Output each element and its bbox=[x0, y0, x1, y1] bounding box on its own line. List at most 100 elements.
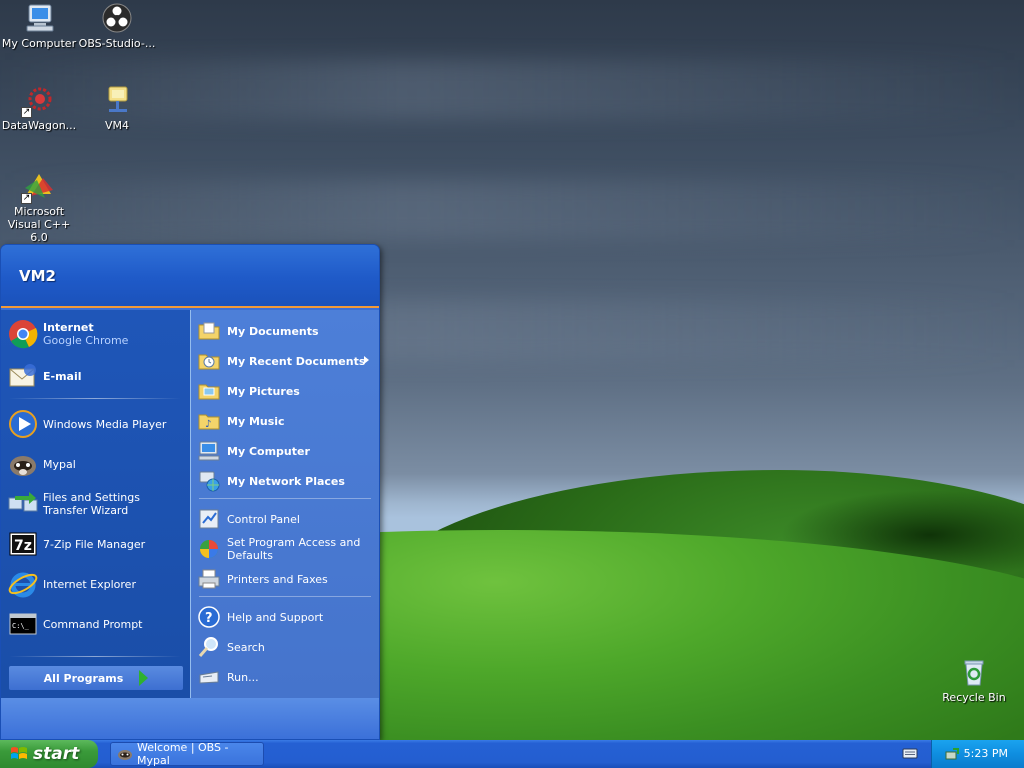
recent-label: Internet Explorer bbox=[43, 577, 136, 591]
recent-label: Files and Settings Transfer Wizard bbox=[43, 491, 140, 517]
control-panel-icon bbox=[197, 507, 221, 531]
svg-text:?: ? bbox=[205, 611, 213, 626]
pinned-internet-chrome[interactable]: Internet Google Chrome bbox=[7, 316, 185, 352]
places-my-computer[interactable]: My Computer bbox=[197, 438, 377, 464]
safely-remove-hardware-icon[interactable] bbox=[944, 746, 960, 762]
help-and-support[interactable]: ? Help and Support bbox=[197, 604, 377, 630]
places-label: Search bbox=[227, 640, 265, 654]
desktop-icon-label: Recycle Bin bbox=[942, 691, 1006, 704]
taskbar-button-mypal[interactable]: Welcome | OBS - Mypal bbox=[110, 741, 264, 767]
places-label: My Documents bbox=[227, 324, 319, 338]
search-icon bbox=[197, 635, 221, 659]
run-icon bbox=[197, 665, 221, 689]
places-label: Set Program Access and Defaults bbox=[227, 536, 361, 562]
my-computer-icon bbox=[197, 439, 221, 463]
internet-explorer-icon bbox=[7, 568, 39, 600]
windows-flag-icon bbox=[10, 745, 28, 763]
email-icon bbox=[7, 360, 39, 392]
printer-icon bbox=[197, 567, 221, 591]
places-label: Help and Support bbox=[227, 610, 324, 624]
all-programs-label: All Programs bbox=[43, 671, 124, 685]
obs-icon bbox=[101, 2, 133, 34]
search[interactable]: Search bbox=[197, 634, 377, 660]
svg-text:7z: 7z bbox=[14, 538, 32, 554]
start-button[interactable]: start bbox=[0, 740, 98, 768]
network-places-icon bbox=[197, 469, 221, 493]
chrome-icon bbox=[7, 318, 39, 350]
desktop-icon-label: My Computer bbox=[1, 37, 77, 50]
svg-text:C:\_: C:\_ bbox=[12, 622, 30, 630]
set-program-access[interactable]: Set Program Access and Defaults bbox=[197, 534, 377, 564]
places-my-documents[interactable]: My Documents bbox=[197, 318, 377, 344]
printers-and-faxes[interactable]: Printers and Faxes bbox=[197, 566, 377, 592]
recent-files-settings-transfer[interactable]: Files and Settings Transfer Wizard bbox=[7, 486, 185, 522]
desktop-icon-datawagon[interactable]: ↗ DataWagon... bbox=[0, 84, 78, 132]
pinned-email[interactable]: E-mail bbox=[7, 358, 185, 394]
desktop-icon-my-computer[interactable]: My Computer bbox=[0, 2, 78, 50]
recycle-bin-icon bbox=[958, 656, 990, 688]
places-label: My Recent Documents bbox=[227, 354, 366, 368]
program-access-icon bbox=[197, 537, 221, 561]
7zip-icon: 7z bbox=[7, 528, 39, 560]
recent-mypal[interactable]: Mypal bbox=[7, 446, 185, 482]
control-panel[interactable]: Control Panel bbox=[197, 506, 377, 532]
documents-folder-icon bbox=[197, 319, 221, 343]
desktop-icon-vm4[interactable]: VM4 bbox=[78, 84, 156, 132]
music-folder-icon: ♪ bbox=[197, 409, 221, 433]
green-arrow-icon bbox=[139, 670, 149, 686]
places-my-recent-documents[interactable]: My Recent Documents bbox=[197, 348, 377, 374]
recent-7zip[interactable]: 7z 7-Zip File Manager bbox=[7, 526, 185, 562]
start-menu-header: VM2 bbox=[1, 245, 379, 308]
shortcut-arrow-icon: ↗ bbox=[21, 193, 32, 204]
desktop-icon-visual-cpp[interactable]: ↗ Microsoft Visual C++ 6.0 bbox=[0, 170, 78, 244]
recent-internet-explorer[interactable]: Internet Explorer bbox=[7, 566, 185, 602]
desktop-icon-label: OBS-Studio-... bbox=[78, 37, 156, 50]
recent-label: Command Prompt bbox=[43, 617, 143, 631]
recent-command-prompt[interactable]: C:\_ Command Prompt bbox=[7, 606, 185, 642]
transfer-wizard-icon bbox=[7, 488, 39, 520]
places-label: My Music bbox=[227, 414, 285, 428]
system-tray: 5:23 PM bbox=[931, 740, 1024, 768]
submenu-arrow-icon bbox=[364, 356, 369, 364]
places-label: My Network Places bbox=[227, 474, 345, 488]
start-menu-footer bbox=[1, 698, 379, 739]
start-menu-left-pane: Internet Google Chrome E-mail Windows Me… bbox=[1, 310, 190, 698]
help-icon: ? bbox=[197, 605, 221, 629]
places-label: Control Panel bbox=[227, 512, 300, 526]
recent-label: Windows Media Player bbox=[43, 417, 167, 431]
desktop-icon-label: VM4 bbox=[104, 119, 129, 132]
visual-cpp-icon: ↗ bbox=[21, 170, 55, 204]
recent-label: 7-Zip File Manager bbox=[43, 537, 146, 551]
pinned-subtitle: Google Chrome bbox=[43, 334, 129, 347]
datawagon-icon: ↗ bbox=[21, 84, 55, 118]
my-computer-icon bbox=[23, 2, 55, 34]
media-player-icon bbox=[7, 408, 39, 440]
desktop-icon-obs-studio[interactable]: OBS-Studio-... bbox=[78, 2, 156, 50]
recent-windows-media-player[interactable]: Windows Media Player bbox=[7, 406, 185, 442]
svg-text:♪: ♪ bbox=[205, 419, 211, 430]
desktop-icon-label: Microsoft Visual C++ 6.0 bbox=[7, 205, 71, 244]
recent-documents-icon bbox=[197, 349, 221, 373]
start-menu-right-pane: My Documents My Recent Documents My Pict… bbox=[190, 310, 379, 698]
places-label: Printers and Faxes bbox=[227, 572, 328, 586]
clock[interactable]: 5:23 PM bbox=[964, 747, 1008, 760]
taskbar-button-label: Welcome | OBS - Mypal bbox=[137, 741, 229, 767]
keyboard-icon[interactable] bbox=[902, 746, 918, 760]
all-programs-button[interactable]: All Programs bbox=[9, 666, 183, 690]
places-my-music[interactable]: ♪ My Music bbox=[197, 408, 377, 434]
start-menu: VM2 Internet Google Chrome E-mail Window… bbox=[0, 244, 380, 740]
command-prompt-icon: C:\_ bbox=[7, 608, 39, 640]
pinned-title: E-mail bbox=[43, 369, 82, 383]
mypal-icon bbox=[117, 746, 133, 762]
places-label: My Pictures bbox=[227, 384, 300, 398]
places-label: Run... bbox=[227, 670, 259, 684]
places-my-pictures[interactable]: My Pictures bbox=[197, 378, 377, 404]
start-label: start bbox=[33, 744, 80, 764]
places-my-network-places[interactable]: My Network Places bbox=[197, 468, 377, 494]
desktop-icon-recycle-bin[interactable]: Recycle Bin bbox=[935, 656, 1013, 704]
network-computer-icon bbox=[101, 84, 133, 116]
pictures-folder-icon bbox=[197, 379, 221, 403]
user-name: VM2 bbox=[19, 267, 56, 285]
pinned-title: Internet bbox=[43, 321, 94, 334]
run[interactable]: Run... bbox=[197, 664, 377, 690]
